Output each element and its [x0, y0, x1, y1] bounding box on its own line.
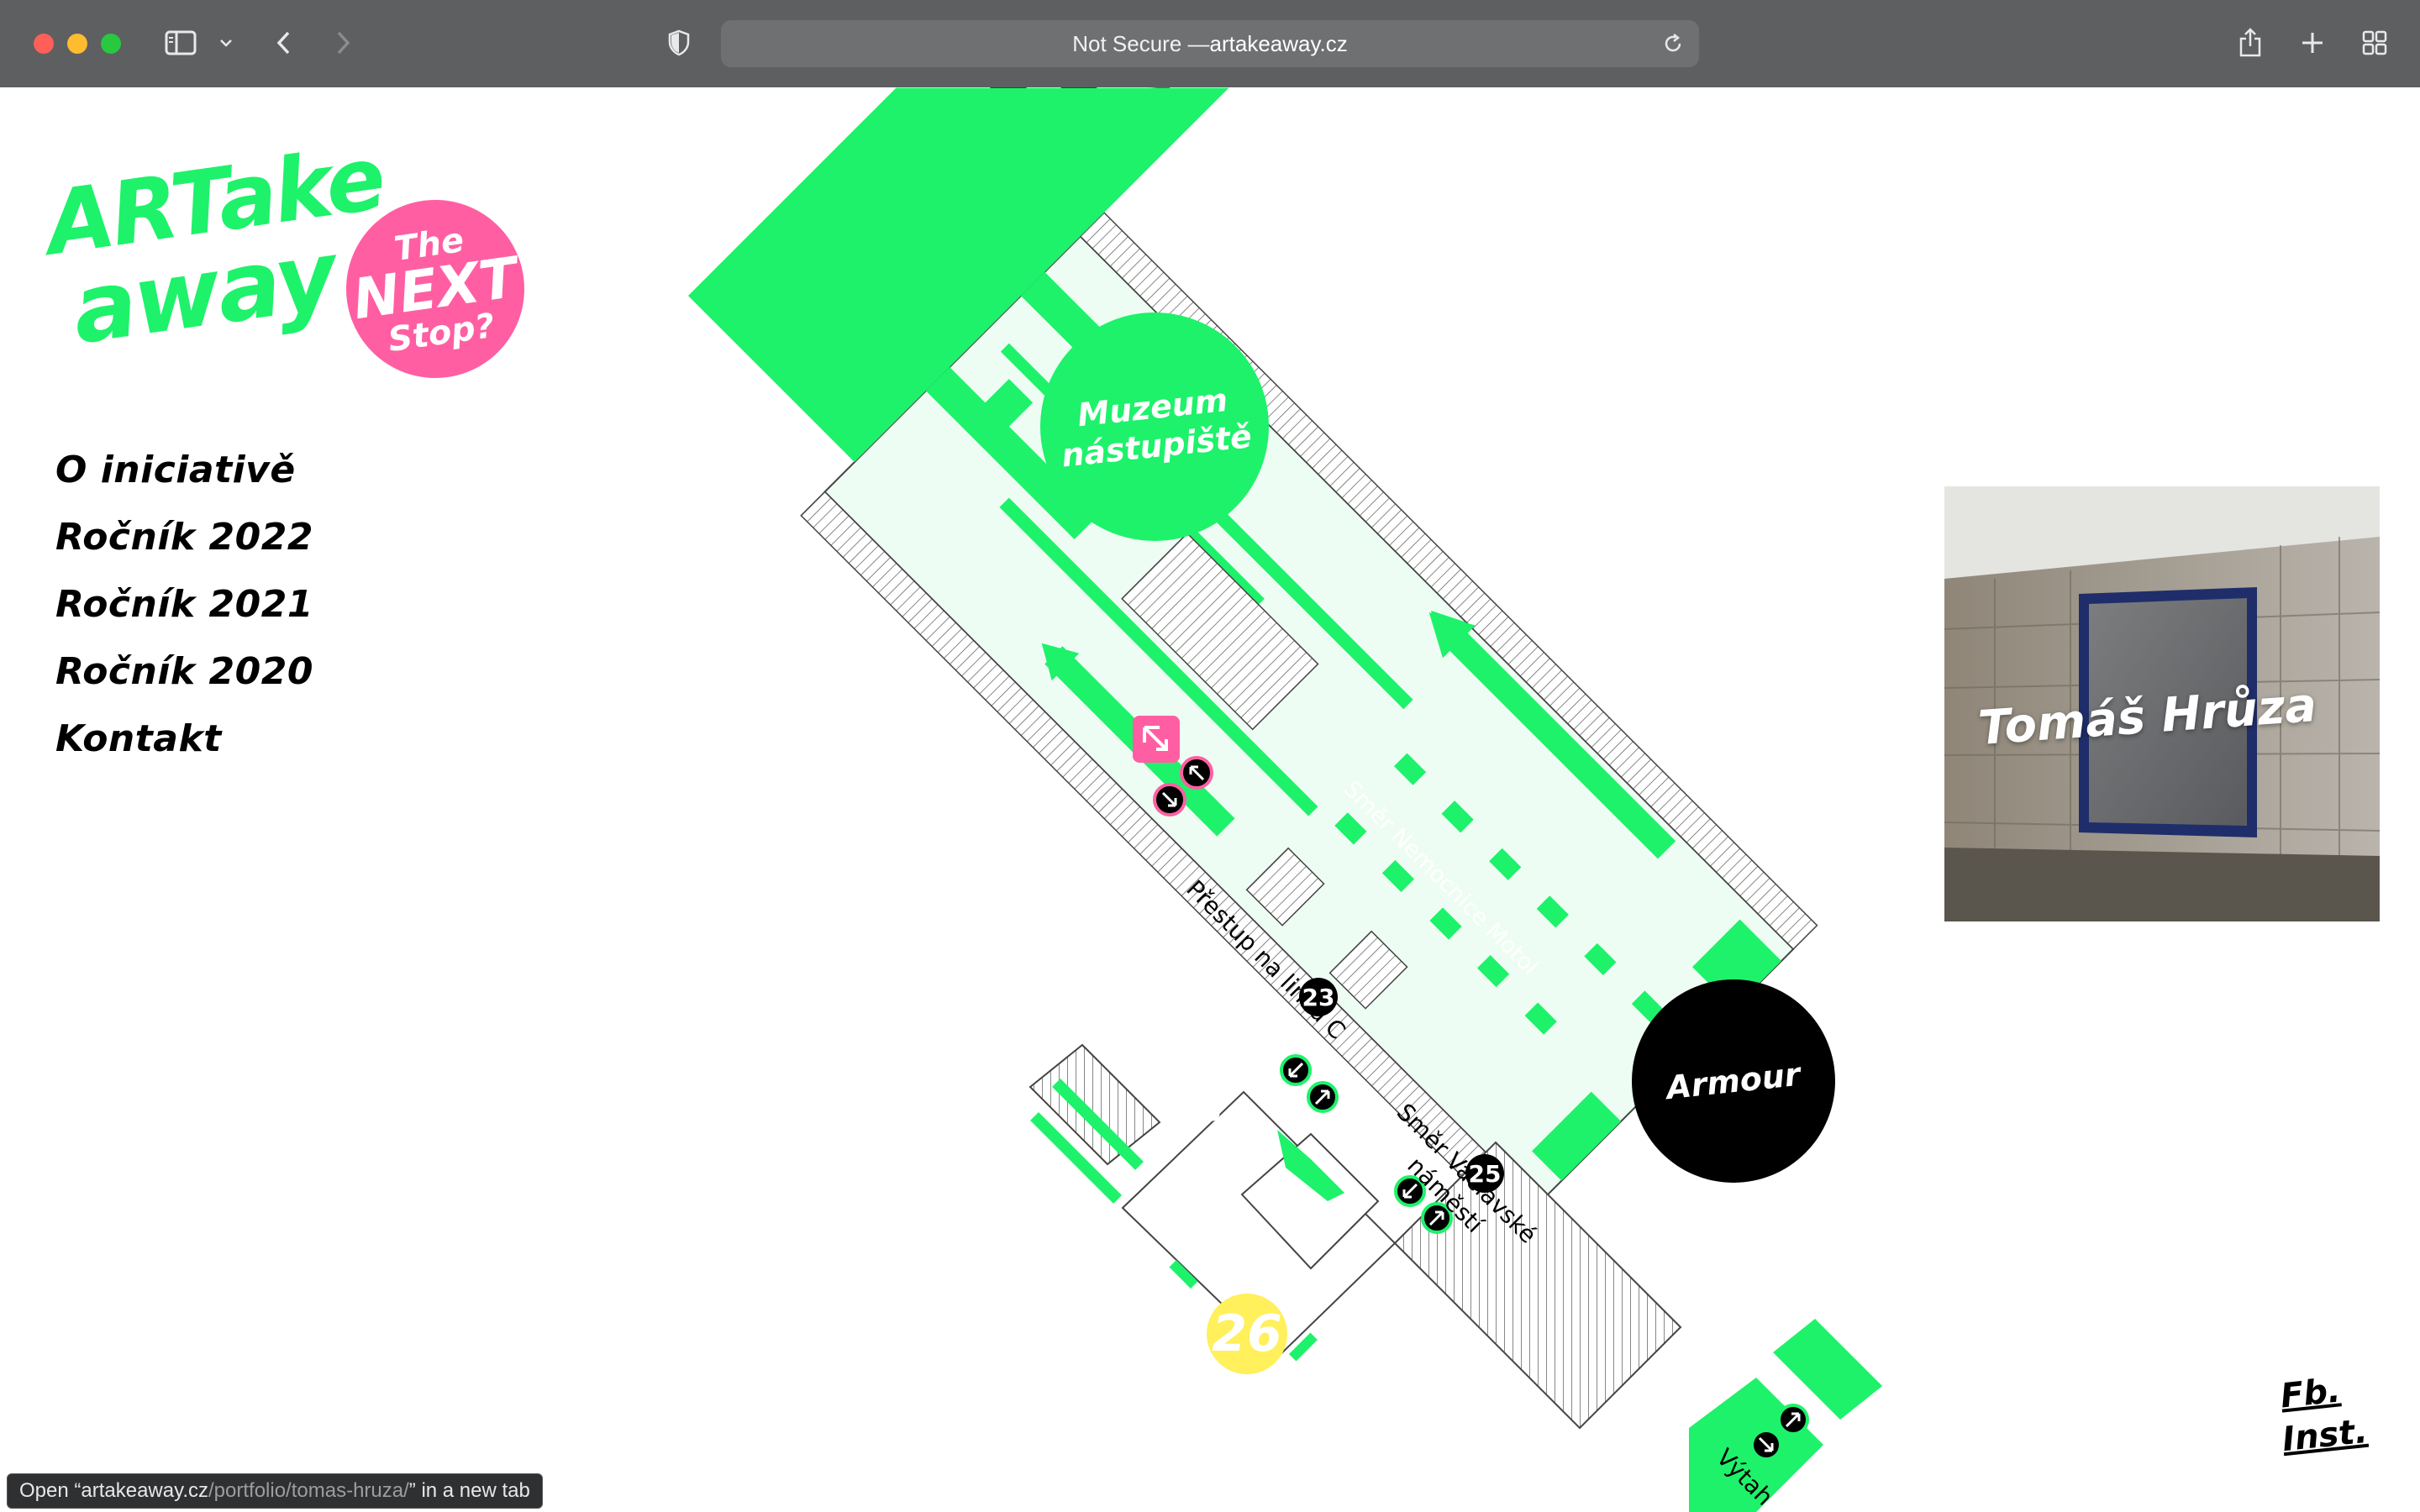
- minimize-window-button[interactable]: [67, 34, 87, 54]
- facebook-link[interactable]: Fb.: [2279, 1371, 2343, 1415]
- nav-rocnik-2022[interactable]: Ročník 2022: [55, 516, 313, 559]
- forward-button[interactable]: [326, 22, 360, 64]
- tab-overview-button[interactable]: [2358, 22, 2391, 64]
- shield-icon: [668, 29, 690, 56]
- tab-overview-dropdown[interactable]: [215, 22, 237, 64]
- privacy-report-button[interactable]: [662, 22, 696, 64]
- link-status-bar: Open “artakeaway.cz/portfolio/tomas-hruz…: [7, 1473, 543, 1509]
- reload-icon[interactable]: [1662, 33, 1684, 55]
- armour-label: Armour: [1665, 1055, 1802, 1107]
- site-logo[interactable]: ARTake away The NEXT Stop?: [39, 121, 536, 390]
- chevron-down-icon: [220, 39, 232, 47]
- chevron-right-icon: [337, 31, 350, 55]
- address-bar[interactable]: Not Secure — artakeaway.cz: [721, 20, 1699, 67]
- status-host: artakeaway.cz: [81, 1479, 208, 1502]
- share-icon: [2239, 28, 2261, 57]
- zoom-window-button[interactable]: [101, 34, 121, 54]
- stop-26-marker[interactable]: 26: [1207, 1294, 1287, 1374]
- artist-thumbnail-link[interactable]: Tomáš Hrůza: [1944, 486, 2380, 921]
- stop-25-marker[interactable]: 25: [1465, 1154, 1504, 1193]
- nav-rocnik-2021[interactable]: Ročník 2021: [55, 583, 313, 626]
- nav-rocnik-2020[interactable]: Ročník 2020: [55, 650, 313, 693]
- status-prefix: Open “: [19, 1479, 82, 1502]
- sidebar-toggle-button[interactable]: [160, 22, 202, 64]
- sidebar-icon: [165, 30, 197, 55]
- plus-icon: [2302, 33, 2323, 53]
- share-button[interactable]: [2233, 22, 2267, 64]
- nav-o-iniciative[interactable]: O iniciativě: [55, 449, 296, 491]
- stop-23-marker[interactable]: 23: [1299, 978, 1338, 1016]
- web-page: Muzeum nástupiště Armour Směr Nemocnice …: [0, 87, 2420, 1512]
- grid-icon: [2362, 30, 2387, 55]
- close-window-button[interactable]: [34, 34, 54, 54]
- url-security-prefix: Not Secure —: [1072, 30, 1210, 56]
- chevron-left-icon: [276, 31, 290, 55]
- new-tab-button[interactable]: [2296, 22, 2329, 64]
- nav-kontakt[interactable]: Kontakt: [55, 717, 222, 760]
- armour-marker[interactable]: Armour: [1632, 979, 1835, 1183]
- status-suffix: ” in a new tab: [408, 1479, 530, 1502]
- back-button[interactable]: [267, 22, 301, 64]
- status-path: /portfolio/tomas-hruza/: [208, 1479, 409, 1502]
- browser-toolbar: Not Secure — artakeaway.cz: [0, 0, 2420, 89]
- url-host: artakeaway.cz: [1209, 30, 1348, 56]
